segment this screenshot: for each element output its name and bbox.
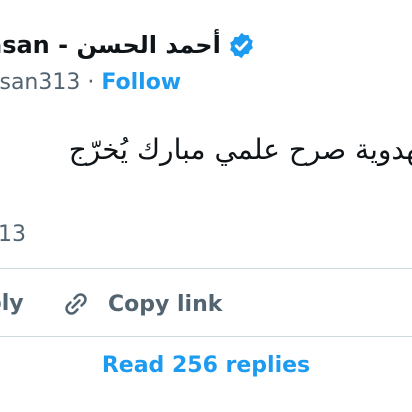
divider	[0, 336, 412, 337]
tweet-timestamp[interactable]: 13	[0, 218, 26, 252]
reply-button[interactable]: ply	[0, 282, 24, 326]
actions-row: ply Copy link	[0, 282, 412, 326]
follow-button[interactable]: Follow	[101, 70, 181, 95]
author-handle[interactable]: asan313	[0, 70, 80, 95]
copy-link-label: Copy link	[108, 291, 223, 317]
author-row: asan - أحمد الحسن	[0, 25, 256, 65]
divider	[0, 268, 412, 269]
tweet-embed: asan - أحمد الحسن asan313 · Follow مهدوي…	[0, 0, 412, 412]
verified-badge-icon	[227, 31, 256, 60]
copy-link-button[interactable]: Copy link	[60, 282, 222, 326]
link-icon	[60, 288, 92, 320]
separator-dot: ·	[87, 69, 95, 95]
tweet-text: مهدوية صرح علمي مبارك يُخرّج	[68, 133, 412, 166]
handle-row: asan313 · Follow	[0, 65, 181, 99]
author-name[interactable]: asan - أحمد الحسن	[0, 31, 221, 59]
read-replies-button[interactable]: Read 256 replies	[0, 346, 412, 386]
